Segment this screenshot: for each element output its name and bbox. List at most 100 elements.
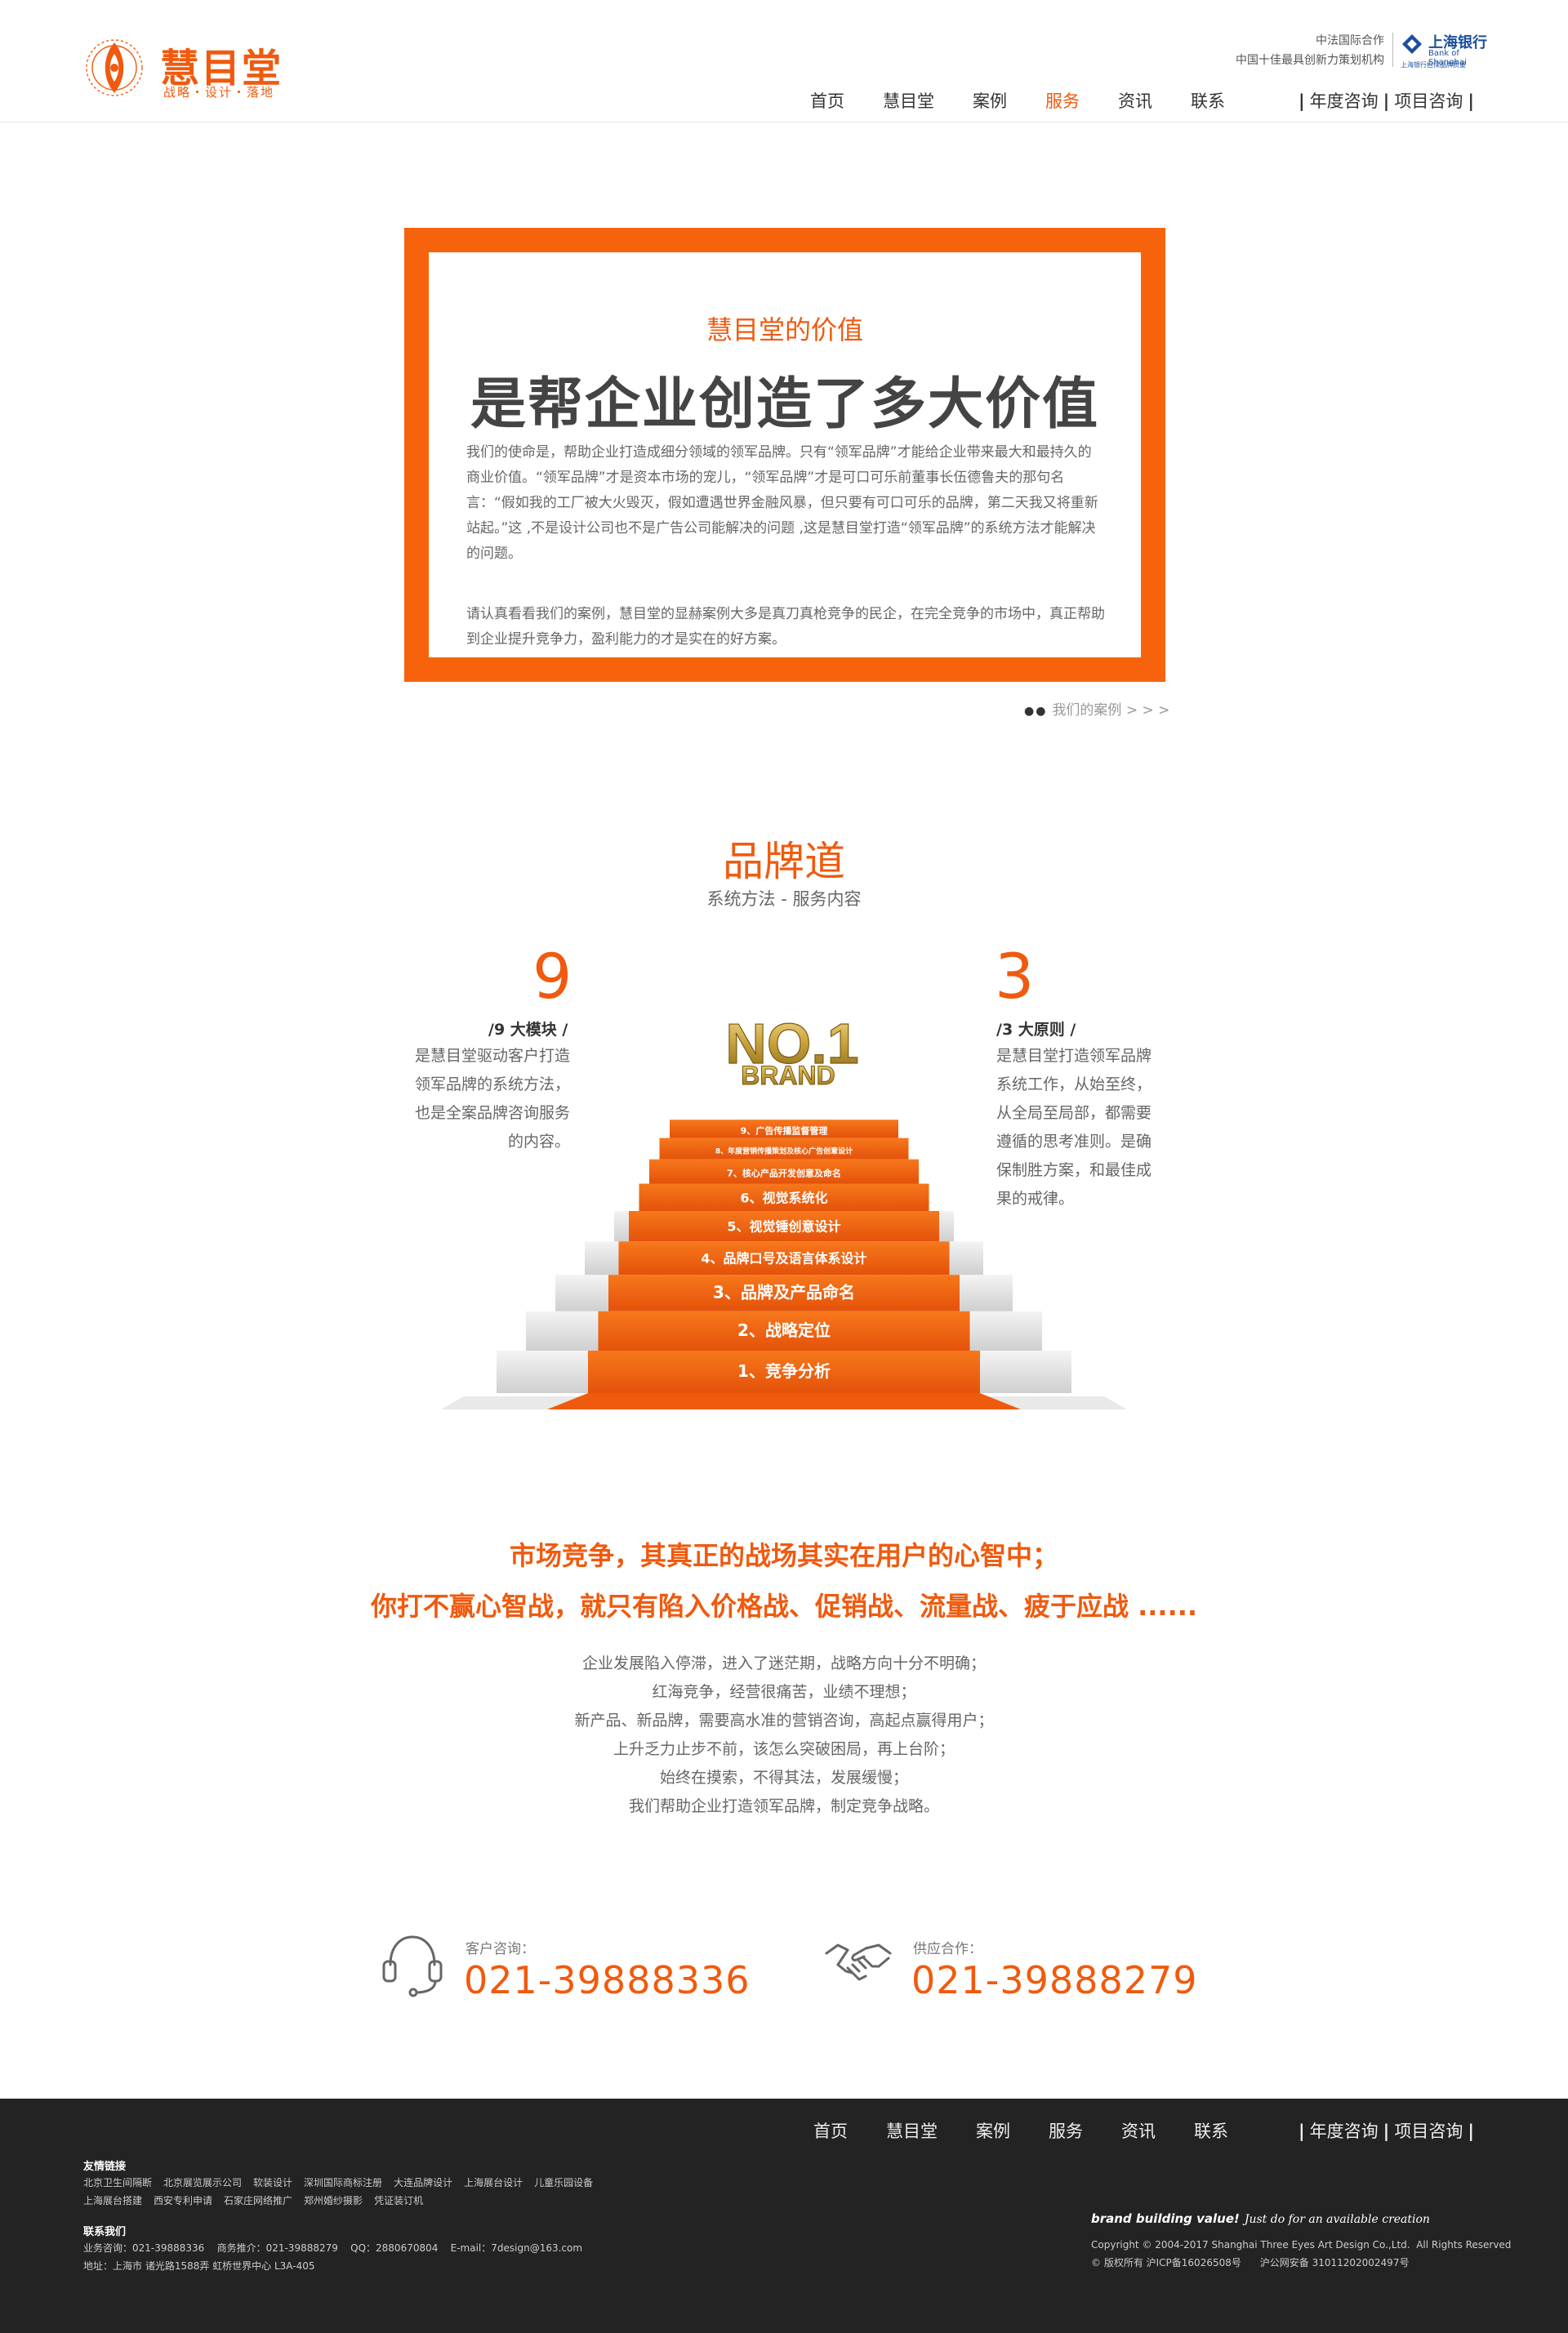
- footer-nav-contact[interactable]: 联系: [1194, 2118, 1228, 2143]
- contact-us-address: 地址：上海市 诸光路1588弄 虹桥世界中心 L3A-405: [83, 2260, 315, 2272]
- copyright-text: Copyright © 2004-2017 Shanghai Three Eye…: [1091, 2239, 1512, 2251]
- value-box: 慧目堂的价值 是帮企业创造了多大价值 我们的使命是，帮助企业打造成细分领域的领军…: [404, 228, 1165, 682]
- slogan-script: Just do for an available creation: [1244, 2213, 1430, 2226]
- link-dots-icon: ●●: [1024, 705, 1048, 718]
- brand-badge-text: BRAND: [741, 1061, 835, 1090]
- market-headline-2: 你打不赢心智战，就只有陷入价格战、促销战、流量战、疲于应战 ......: [370, 1591, 1198, 1622]
- site-logo[interactable]: 慧目堂 战略・设计・落地: [82, 31, 286, 105]
- nav-item-news[interactable]: 资讯: [1118, 88, 1152, 113]
- contact-us-title: 联系我们: [83, 2226, 127, 2238]
- stair-step-label: 9、广告传播监督管理: [741, 1124, 828, 1136]
- friend-link[interactable]: 深圳国际商标注册: [304, 2177, 382, 2188]
- friend-links-title: 友情链接: [83, 2161, 127, 2173]
- pain-point-line: 新产品、新品牌，需要高水准的营销咨询，高起点赢得用户；: [574, 1712, 994, 1730]
- stair-step: 7、核心产品开发创意及命名: [649, 1159, 919, 1184]
- friend-link[interactable]: 大连品牌设计: [394, 2177, 452, 2188]
- partner-line-2: 中国十佳最具创新力策划机构: [1236, 54, 1384, 67]
- friend-link[interactable]: 西安专利申请: [154, 2195, 212, 2206]
- stair-step-label: 3、品牌及产品命名: [713, 1282, 855, 1302]
- stair-step: 2、战略定位: [526, 1311, 1042, 1351]
- nav-item-contact[interactable]: 联系: [1191, 88, 1225, 113]
- partner-divider: [1392, 33, 1393, 67]
- stair-step-label: 8、年度营销传播策划及核心广告创意设计: [715, 1146, 853, 1156]
- headset-icon: [382, 1935, 443, 1997]
- stair-step: 9、广告传播监督管理: [670, 1120, 898, 1138]
- supplier-coop-phone[interactable]: 021-39888279: [911, 1958, 1198, 2002]
- friend-link[interactable]: 上海展台设计: [464, 2177, 523, 2188]
- footer-consult-links: | 年度咨询 | 项目咨询 |: [1294, 2118, 1479, 2143]
- customer-consult-phone[interactable]: 021-39888336: [464, 1958, 751, 2002]
- nav-separator: |: [1383, 91, 1390, 111]
- stair-step-label: 5、视觉锤创意设计: [727, 1219, 840, 1235]
- footer-nav-separator: |: [1468, 2122, 1475, 2141]
- stair-step-label: 6、视觉系统化: [740, 1190, 827, 1205]
- stair-step: 3、品牌及产品命名: [555, 1275, 1013, 1311]
- value-title: 是帮企业创造了多大价值: [470, 372, 1099, 437]
- footer-nav-separator: |: [1383, 2122, 1390, 2141]
- stair-step-label: 1、竞争分析: [737, 1361, 831, 1381]
- main-nav: 首页 慧目堂 案例 服务 资讯 联系: [810, 88, 1263, 113]
- footer-nav-news[interactable]: 资讯: [1121, 2118, 1156, 2143]
- site-footer: 首页 慧目堂 案例 服务 资讯 联系 | 年度咨询 | 项目咨询 | 友情链接 北京卫生…: [0, 2099, 1568, 2333]
- nav-project-consult[interactable]: 项目咨询: [1394, 91, 1463, 111]
- friend-link[interactable]: 北京卫生间隔断: [83, 2177, 152, 2188]
- logo-tagline: 战略・设计・落地: [163, 85, 275, 100]
- friend-link[interactable]: 石家庄网络推广: [224, 2195, 292, 2206]
- market-pain-points: 企业发展陷入停滞，进入了迷茫期，战略方向十分不明确； 红海竞争，经营很痛苦，业绩…: [0, 1650, 1568, 1821]
- nav-item-about[interactable]: 慧目堂: [883, 88, 934, 113]
- market-headline-1: 市场竞争，其真正的战场其实在用户的心智中；: [509, 1540, 1058, 1571]
- footer-annual-consult[interactable]: 年度咨询: [1310, 2122, 1379, 2141]
- nav-item-cases[interactable]: 案例: [973, 88, 1007, 113]
- pain-point-line: 我们帮助企业打造领军品牌，制定竞争战略。: [628, 1797, 939, 1815]
- pain-point-line: 企业发展陷入停滞，进入了迷茫期，战略方向十分不明确；: [581, 1654, 986, 1672]
- supplier-coop-label: 供应合作：: [913, 1941, 982, 1957]
- footer-nav-home[interactable]: 首页: [813, 2118, 848, 2143]
- stair-step: 8、年度营销传播策划及核心广告创意设计: [659, 1138, 909, 1160]
- contact-us-line-1: 业务咨询：021-39888336 商务推介：021-39888279 QQ：2…: [83, 2242, 583, 2254]
- nav-item-services[interactable]: 服务: [1045, 88, 1080, 113]
- logo-eye-icon: [86, 39, 143, 96]
- friend-link[interactable]: 凭证装订机: [374, 2195, 423, 2206]
- our-cases-link[interactable]: ●● 我们的案例 > > >: [1024, 698, 1169, 719]
- customer-consult-label: 客户咨询：: [466, 1941, 535, 1957]
- bank-subtitle: 上海银行担保品牌质量: [1401, 61, 1466, 69]
- partner-text: 中法国际合作 中国十佳最具创新力策划机构: [1236, 31, 1384, 70]
- value-paragraph-2: 请认真看看我们的案例，慧目堂的显赫案例大多是真刀真枪竞争的民企，在完全竞争的市场…: [466, 606, 1105, 648]
- slogan-text: brand building value!: [1091, 2211, 1240, 2226]
- icp-record-text: © 版权所有 沪ICP备16026508号 沪公网安备 310112020024…: [1091, 2257, 1410, 2268]
- our-cases-label: 我们的案例 > > >: [1052, 702, 1170, 719]
- footer-nav: 首页 慧目堂 案例 服务 资讯 联系: [813, 2118, 1267, 2143]
- stair-step: 6、视觉系统化: [639, 1183, 929, 1211]
- nav-separator: |: [1468, 91, 1475, 111]
- stair-step-label: 2、战略定位: [737, 1320, 831, 1340]
- bank-logo-icon: [1402, 34, 1422, 54]
- pain-point-line: 始终在摸索，不得其法，发展缓慢；: [659, 1769, 908, 1787]
- footer-slogan: brand building value! Just do for an avai…: [1091, 2211, 1430, 2226]
- footer-project-consult[interactable]: 项目咨询: [1394, 2122, 1463, 2141]
- partner-line-1: 中法国际合作: [1316, 34, 1384, 47]
- stair-step: 1、竞争分析: [497, 1351, 1071, 1393]
- handshake-icon: [825, 1943, 892, 1981]
- nav-annual-consult[interactable]: 年度咨询: [1310, 91, 1379, 111]
- staircase-steps: 1、竞争分析 2、战略定位 3、品牌及产品命名 4、品牌口号及语言体系设计 5、视觉锤创…: [497, 1120, 1071, 1393]
- friend-links-row-1: 北京卫生间隔断 北京展览展示公司 软装设计 深圳国际商标注册 大连品牌设计 上海展台设计儿…: [83, 2174, 655, 2192]
- friend-link[interactable]: 郑州婚纱摄影: [304, 2195, 363, 2206]
- friend-link[interactable]: 北京展览展示公司: [163, 2177, 242, 2188]
- friend-link[interactable]: 上海展台搭建: [83, 2195, 142, 2206]
- stair-step: 4、品牌口号及语言体系设计: [585, 1241, 983, 1276]
- footer-nav-cases[interactable]: 案例: [976, 2118, 1010, 2143]
- brand-staircase-diagram: 1、竞争分析 2、战略定位 3、品牌及产品命名 4、品牌口号及语言体系设计 5、视觉锤创…: [441, 1011, 1127, 1409]
- brand-section-title: 品牌道: [723, 838, 845, 885]
- footer-nav-separator: |: [1298, 2122, 1305, 2141]
- brand-section-subtitle: 系统方法 - 服务内容: [706, 889, 862, 909]
- friend-link[interactable]: 软装设计: [253, 2177, 292, 2188]
- friend-link[interactable]: 儿童乐园设备: [534, 2177, 593, 2188]
- bank-badge: 上海银行 Bank of Shanghai 上海银行担保品牌质量: [1401, 29, 1490, 70]
- footer-nav-about[interactable]: 慧目堂: [886, 2118, 938, 2143]
- site-header: 慧目堂 战略・设计・落地 中法国际合作 中国十佳最具创新力策划机构 上海银行 B…: [0, 0, 1568, 122]
- friend-links-row-2: 上海展台搭建 西安专利申请 石家庄网络推广 郑州婚纱摄影 凭证装订机: [83, 2192, 655, 2210]
- nav-item-home[interactable]: 首页: [810, 88, 844, 113]
- no1-brand-badge: NO.1 BRAND: [725, 1011, 860, 1090]
- stair-step: 5、视觉锤创意设计: [614, 1211, 954, 1242]
- footer-nav-services[interactable]: 服务: [1049, 2118, 1083, 2143]
